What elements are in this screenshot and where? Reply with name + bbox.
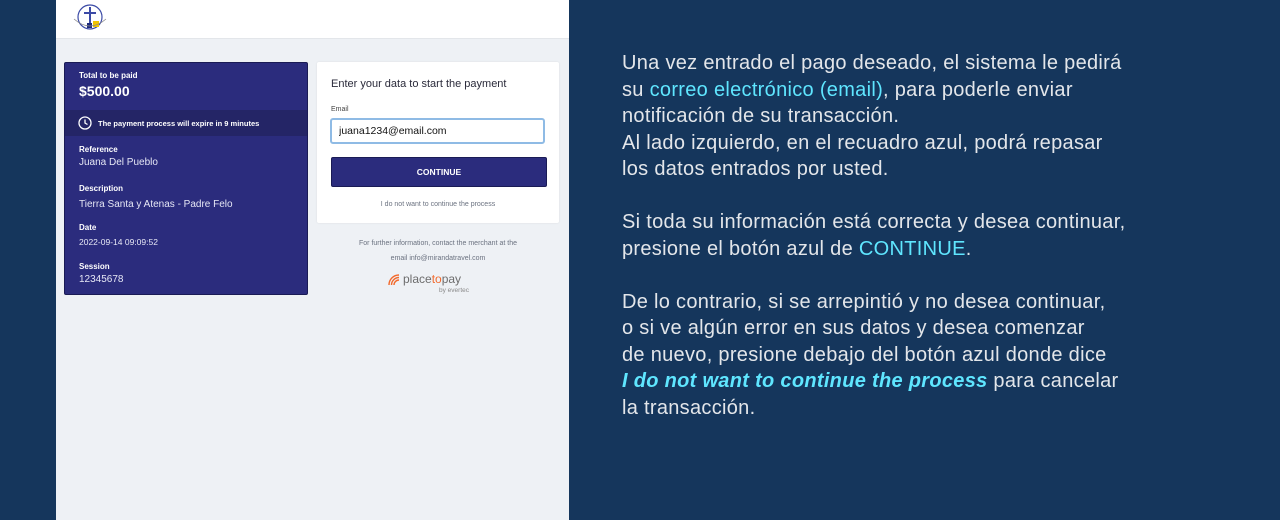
continue-highlight: CONTINUE <box>858 237 966 260</box>
date-value: 2022-09-14 09:09:52 <box>79 237 158 247</box>
expiration-text: The payment process will expire in 9 min… <box>98 119 260 128</box>
p3-line-1: De lo contrario, si se arrepintió y no d… <box>622 290 1106 313</box>
brand-part-place: place <box>403 272 432 286</box>
reference-label: Reference <box>79 145 118 154</box>
email-field[interactable] <box>330 118 545 144</box>
p3-line-3: de nuevo, presione debajo del botón azul… <box>622 343 1107 366</box>
p2-line-2: presione el botón azul de CONTINUE. <box>622 236 1242 263</box>
contact-line-1: For further information, contact the mer… <box>359 240 517 247</box>
p2-line-1: Si toda su información está correcta y d… <box>622 211 1126 233</box>
merchant-contact-info: For further information, contact the mer… <box>317 236 559 266</box>
total-amount: $500.00 <box>79 83 130 99</box>
cancel-highlight: I do not want to continue the process <box>622 370 988 392</box>
brand-part-pay: pay <box>441 272 462 286</box>
description-label: Description <box>79 184 124 193</box>
brand-byline: by evertec <box>439 287 469 294</box>
continue-button[interactable]: CONTINUE <box>331 157 547 187</box>
brand-part-to: to <box>431 272 442 286</box>
p1-line-3: notificación de su transacción. <box>622 105 900 127</box>
instructions-paragraph-3: De lo contrario, si se arrepintió y no d… <box>622 289 1242 422</box>
instructions-paragraph-1: Una vez entrado el pago deseado, el sist… <box>622 50 1242 183</box>
instructions-paragraph-2: Si toda su información está correcta y d… <box>622 209 1242 262</box>
p1-line-5: los datos entrados por usted. <box>622 158 889 180</box>
payment-summary-card: Total to be paid $500.00 The payment pro… <box>64 62 308 295</box>
p1-text-su: su <box>622 78 650 101</box>
expiration-banner: The payment process will expire in 9 min… <box>65 110 307 136</box>
date-label: Date <box>79 223 97 232</box>
p3-line-5: la transacción. <box>622 396 756 419</box>
contact-line-2: email info@mirandatravel.com <box>390 255 486 262</box>
p3-text-cancelar: para cancelar <box>987 370 1119 392</box>
p3-line-4: I do not want to continue the process pa… <box>622 368 1242 395</box>
description-value: Tierra Santa y Atenas - Padre Felo <box>79 199 233 210</box>
cancel-process-link[interactable]: I do not want to continue the process <box>317 201 559 208</box>
total-label: Total to be paid <box>79 71 138 80</box>
form-title: Enter your data to start the payment <box>331 78 507 90</box>
email-highlight: correo electrónico (email) <box>649 78 884 101</box>
clock-icon <box>78 116 92 130</box>
p2-text-period: . <box>965 237 972 260</box>
email-label: Email <box>331 106 349 113</box>
p1-line-2: su correo electrónico (email), para pode… <box>622 77 1242 104</box>
placetopay-wordmark: placetopay <box>403 272 461 286</box>
payment-page-screenshot: Total to be paid $500.00 The payment pro… <box>56 0 569 520</box>
placetopay-mark-icon <box>388 274 400 286</box>
p1-text-enviar: , para poderle enviar <box>883 78 1073 101</box>
merchant-logo-icon <box>73 4 107 30</box>
session-label: Session <box>79 262 110 271</box>
p1-line-1: Una vez entrado el pago deseado, el sist… <box>622 52 1122 74</box>
reference-value: Juana Del Pueblo <box>79 157 158 168</box>
merchant-header <box>56 0 569 39</box>
p3-line-2: o si ve algún error en sus datos y desea… <box>622 317 1085 339</box>
instructions-text: Una vez entrado el pago deseado, el sist… <box>622 50 1242 448</box>
p1-line-4: Al lado izquierdo, en el recuadro azul, … <box>622 131 1103 154</box>
p2-text-presione: presione el botón azul de <box>622 237 859 260</box>
placetopay-logo: placetopay by evertec <box>387 272 487 298</box>
session-value: 12345678 <box>79 274 124 285</box>
payment-form-card: Enter your data to start the payment Ema… <box>317 62 559 223</box>
